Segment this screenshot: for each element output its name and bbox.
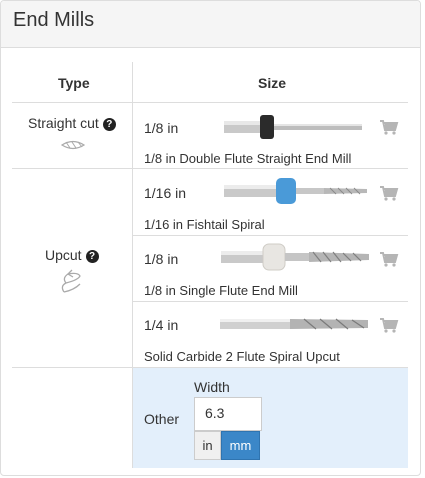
straight-cut-icon — [60, 140, 86, 150]
type-straight-cut: Straight cut? — [28, 115, 116, 131]
product-name[interactable]: 1/8 in Single Flute End Mill — [144, 283, 298, 298]
help-icon[interactable]: ? — [102, 118, 116, 131]
end-mill-image — [220, 318, 368, 330]
unit-mm-button[interactable]: mm — [221, 431, 260, 460]
unit-in-button[interactable]: in — [194, 431, 221, 460]
type-label: Upcut — [45, 247, 82, 263]
end-mill-image — [224, 115, 362, 139]
other-label: Other — [144, 411, 180, 427]
width-label: Width — [194, 379, 230, 395]
row-divider — [133, 301, 408, 302]
type-label: Straight cut — [28, 115, 99, 131]
size-column-header: Size — [258, 75, 287, 91]
cart-icon[interactable] — [379, 185, 399, 201]
row-divider — [12, 168, 408, 169]
product-name[interactable]: 1/16 in Fishtail Spiral — [144, 217, 265, 232]
type-column-header: Type — [58, 75, 90, 91]
size-label: 1/4 in — [144, 317, 179, 333]
cart-icon[interactable] — [379, 251, 399, 267]
upcut-icon — [61, 269, 81, 293]
width-input[interactable]: 6.3 — [194, 397, 262, 431]
product-name[interactable]: 1/8 in Double Flute Straight End Mill — [144, 151, 351, 166]
type-upcut: Upcut? — [45, 247, 99, 263]
product-name[interactable]: Solid Carbide 2 Flute Spiral Upcut — [144, 349, 340, 364]
header-divider — [12, 102, 408, 103]
end-mill-image — [224, 178, 367, 204]
size-label: 1/16 in — [144, 185, 187, 201]
end-mill-image — [221, 243, 369, 271]
row-divider — [133, 235, 408, 236]
cart-icon[interactable] — [379, 317, 399, 333]
cart-icon[interactable] — [379, 119, 399, 135]
size-label: 1/8 in — [144, 120, 179, 136]
help-icon[interactable]: ? — [85, 250, 99, 263]
size-label: 1/8 in — [144, 251, 179, 267]
panel-title: End Mills — [13, 9, 95, 31]
